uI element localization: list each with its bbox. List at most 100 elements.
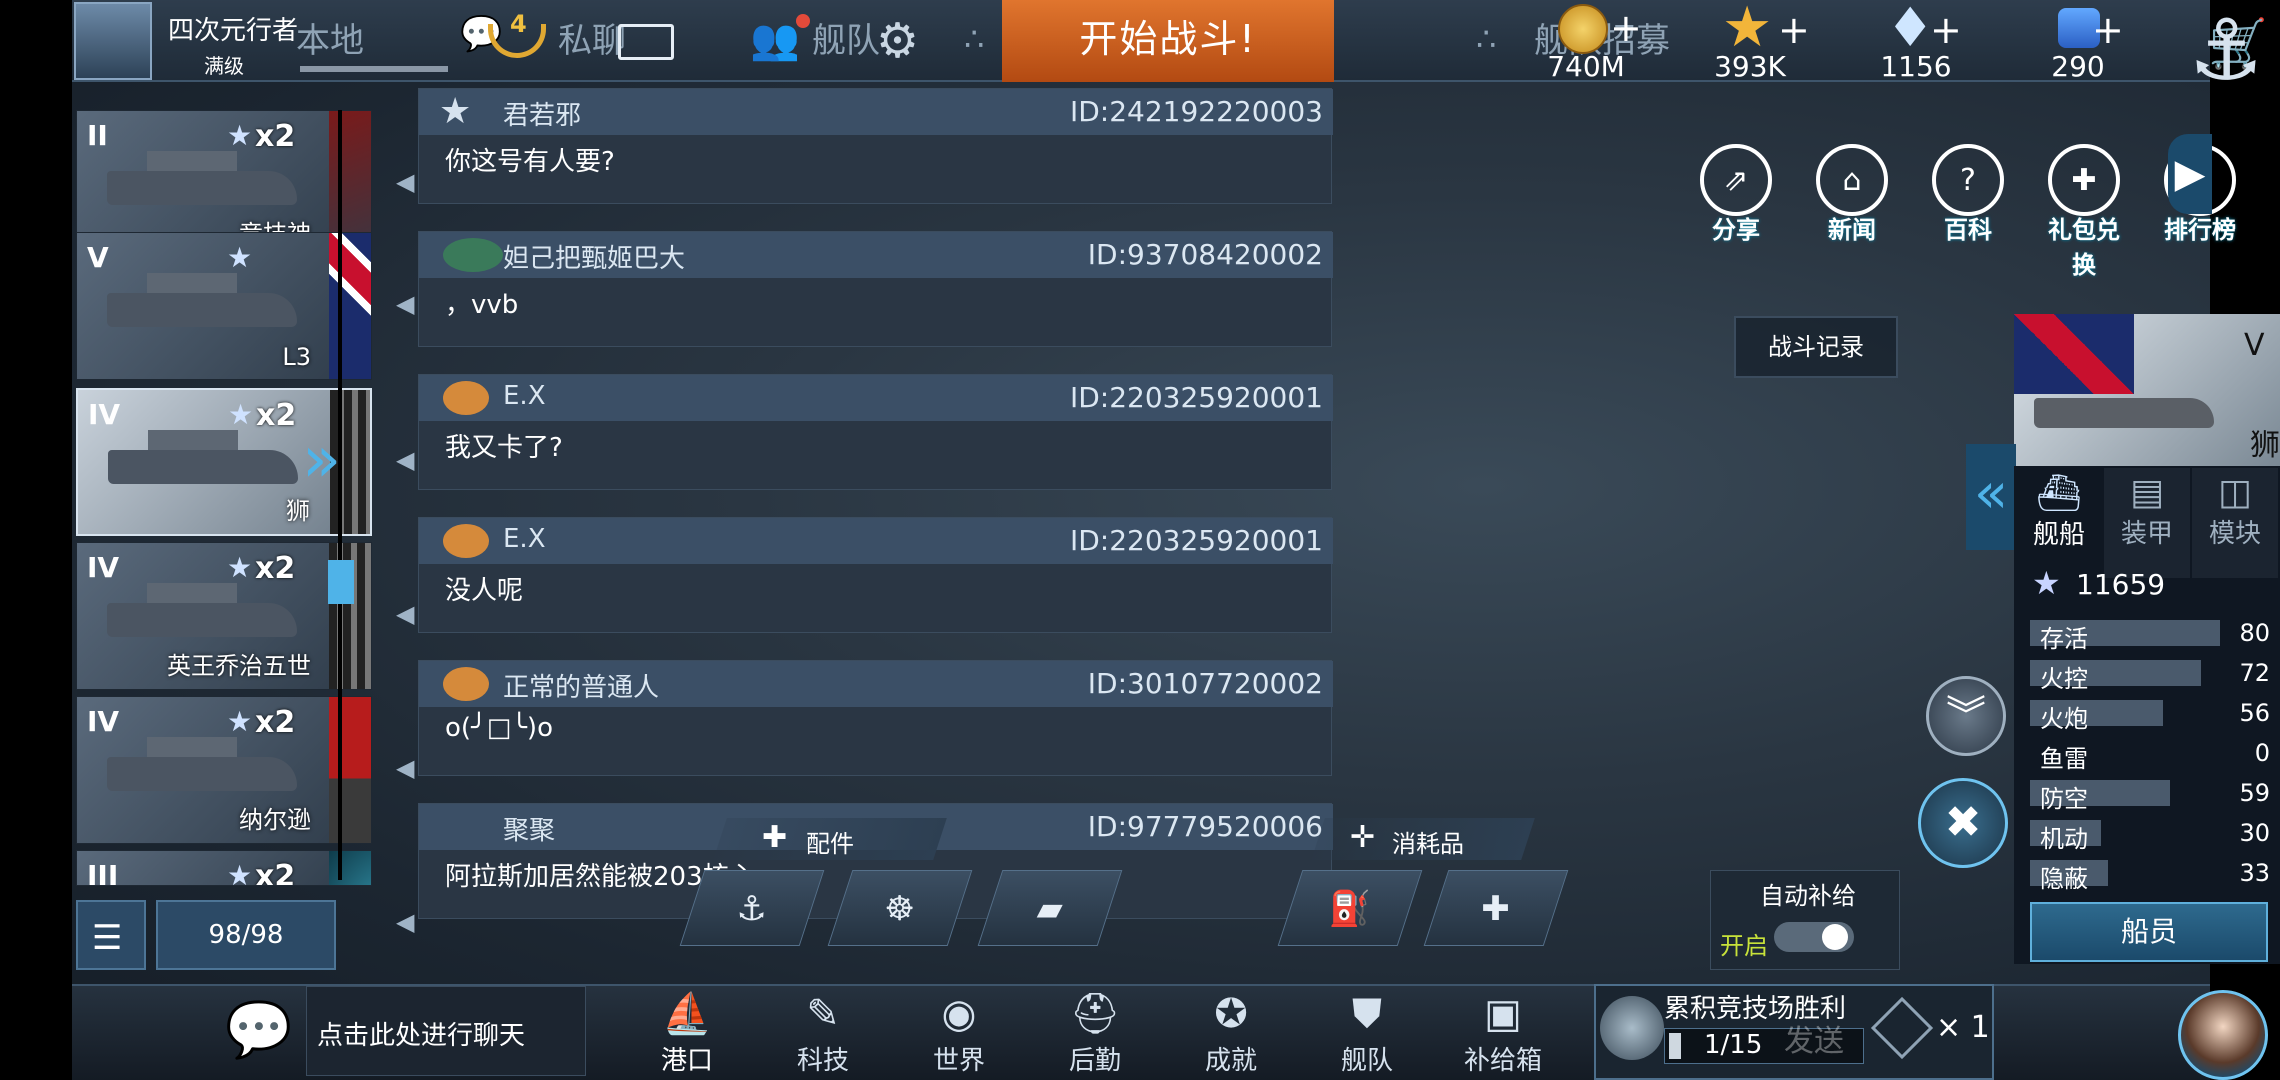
tools-crossed-button[interactable]: ✖	[1918, 778, 2008, 868]
ship-power: 11659	[2076, 568, 2166, 601]
ship-tab[interactable]: ⛴ 舰船	[2016, 468, 2102, 578]
chat-sender-name: 君若邪	[503, 101, 582, 131]
tab-local[interactable]: 本地	[296, 0, 364, 82]
nav-item[interactable]: ⛵ 港口	[632, 988, 742, 1077]
user-avatar	[443, 524, 489, 558]
ship-hull	[107, 171, 297, 205]
star-plus-button[interactable]: +	[1778, 8, 1810, 52]
gold-plus-button[interactable]: +	[1610, 6, 1642, 50]
auto-supply-toggle[interactable]	[1774, 922, 1854, 952]
nav-item[interactable]: ✪ 成就	[1176, 988, 1286, 1077]
consumable-slot-1[interactable]: ⛽	[1277, 870, 1423, 946]
private-badge-count: 4	[510, 10, 527, 38]
ship-tier: IV	[87, 705, 120, 738]
stat-label: 防空	[2040, 785, 2088, 813]
chat-message[interactable]: ★ 君若邪 ID:242192220003 你这号有人要?	[418, 88, 1333, 204]
nav-item[interactable]: ▣ 补给箱	[1448, 988, 1558, 1077]
collapse-arrow-icon: ◀	[396, 600, 415, 628]
crew-button[interactable]: 船员	[2030, 902, 2268, 962]
collapse-panel-button[interactable]: «	[1966, 444, 2016, 550]
system-bar-left	[0, 0, 72, 1080]
chat-message-text: ，vvb	[445, 290, 519, 320]
nav-item[interactable]: ⛊ 舰队	[1312, 988, 1422, 1077]
fleet-scroll-thumb[interactable]	[328, 560, 354, 604]
part-slot-2[interactable]: ☸	[827, 870, 973, 946]
stat-value: 56	[2239, 699, 2270, 727]
ship-tab[interactable]: ▤ 装甲	[2104, 468, 2190, 578]
fleet-notify-dot	[796, 14, 810, 28]
mail-icon[interactable]	[618, 24, 674, 60]
tab-private[interactable]: 私聊	[558, 0, 626, 82]
extinguisher-icon: ⛽	[1328, 889, 1371, 929]
stat-label: 火控	[2040, 665, 2088, 693]
ship-preview[interactable]: V 狮	[2014, 314, 2280, 466]
ship-icon: ⛴	[2036, 473, 2082, 514]
assistant-avatar[interactable]	[2178, 990, 2268, 1080]
stat-row: 火控 72	[2030, 656, 2270, 693]
stat-row: 机动 30	[2030, 816, 2270, 853]
fleet-ship-card[interactable]: III ★ x2	[76, 850, 372, 886]
chat-sender-id: ID:220325920001	[1069, 524, 1323, 557]
ship-tier: V	[87, 241, 109, 274]
tab-fleet[interactable]: 舰队	[812, 0, 880, 82]
chat-input-placeholder: 点击此处进行聊天	[317, 1021, 526, 1051]
fleet-ship-card[interactable]: V ★ L3	[76, 232, 372, 380]
tech-icon: ✎	[806, 991, 840, 1037]
action-house[interactable]: ⌂ 新闻	[1812, 144, 1892, 245]
nav-item[interactable]: ⛑ 后勤	[1040, 988, 1150, 1077]
cannon-icon: ▰	[1036, 889, 1063, 929]
action-gift[interactable]: ✚ 礼包兑换	[2044, 144, 2124, 280]
supply-box-icon: ▣	[1484, 991, 1522, 1037]
ship-hull	[107, 603, 297, 637]
xp-multiplier: x2	[255, 551, 296, 586]
chat-speaker-icon: 💬	[225, 998, 293, 1061]
player-avatar[interactable]	[74, 2, 152, 80]
ship-name: 纳尔逊	[239, 806, 311, 834]
diamond-plus-button[interactable]: +	[1930, 8, 1962, 52]
parts-label: 配件	[806, 830, 854, 858]
nav-label: 科技	[796, 1046, 849, 1076]
part-slot-3[interactable]: ▰	[977, 870, 1123, 946]
chat-message[interactable]: 妲己把甄姬巴大 ID:93708420002 ，vvb	[418, 231, 1333, 347]
consumable-slot-2[interactable]: ✚	[1423, 870, 1569, 946]
fleet-icon: ⛊	[1352, 991, 1382, 1037]
gear-icon[interactable]: ⚙	[876, 14, 919, 68]
power-star-icon: ★	[2032, 564, 2061, 602]
ship-name: 英王乔治五世	[167, 652, 311, 680]
stat-label: 机动	[2040, 825, 2088, 853]
chat-input[interactable]: 点击此处进行聊天	[306, 986, 586, 1076]
rank-chevron-button[interactable]: ︾	[1926, 676, 2006, 756]
ship-tier: II	[87, 119, 108, 152]
achievement-icon: ✪	[1214, 991, 1248, 1037]
wrench-icon: ✚	[762, 820, 788, 855]
action-question[interactable]: ? 百科	[1928, 144, 2008, 245]
module-icon: ◫	[2217, 472, 2252, 513]
anchor-icon[interactable]: ⚓	[2176, 0, 2276, 100]
chat-message[interactable]: E.X ID:220325920001 没人呢	[418, 517, 1333, 633]
ship-tab[interactable]: ◫ 模块	[2192, 468, 2278, 578]
chevron-right-icon[interactable]: »	[302, 420, 341, 500]
fleet-ship-card[interactable]: IV ★ x2 纳尔逊	[76, 696, 372, 844]
action-label: 排行榜	[2164, 216, 2236, 244]
ship-hull	[107, 293, 297, 327]
chat-sender-id: ID:220325920001	[1069, 381, 1323, 414]
nav-item[interactable]: ✎ 科技	[768, 988, 878, 1077]
stat-label: 存活	[2040, 625, 2088, 653]
chat-message[interactable]: 正常的普通人 ID:30107720002 o(╯□╰)o	[418, 660, 1333, 776]
action-share[interactable]: ⇗ 分享	[1696, 144, 1776, 245]
list-menu-button[interactable]: ☰	[76, 900, 146, 970]
chat-message-text: 我又卡了?	[445, 433, 563, 463]
xp-multiplier: x2	[256, 398, 297, 433]
chat-message[interactable]: E.X ID:220325920001 我又卡了?	[418, 374, 1333, 490]
expand-arrow-button[interactable]: ▶	[2168, 134, 2212, 214]
nav-item[interactable]: ◉ 世界	[904, 988, 1014, 1077]
send-button[interactable]: 发送	[1784, 1016, 1844, 1060]
coupon-plus-button[interactable]: +	[2092, 8, 2124, 52]
diamond-value: 1156	[1880, 50, 1952, 83]
part-slot-1[interactable]: ⚓	[679, 870, 825, 946]
action-label: 礼包兑换	[2048, 216, 2120, 279]
fleet-count: 98/98	[156, 900, 336, 970]
battle-log-button[interactable]: 战斗记录	[1734, 316, 1898, 378]
start-battle-button[interactable]: 开始战斗!	[1002, 0, 1334, 82]
consumables-label: 消耗品	[1392, 830, 1464, 858]
